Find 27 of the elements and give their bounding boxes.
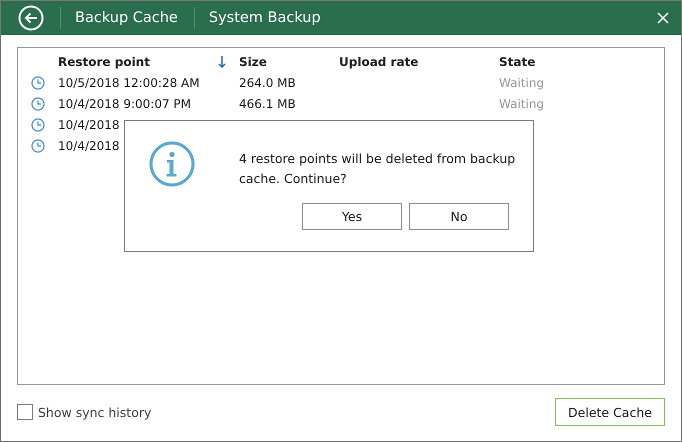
back-icon[interactable] (18, 5, 44, 31)
close-icon[interactable] (657, 12, 669, 24)
clock-icon (31, 138, 45, 152)
dialog-button[interactable]: Yes (302, 203, 402, 230)
table-cell: 466.1 MB (239, 96, 296, 110)
clock-icon (31, 76, 45, 90)
title-tab[interactable]: Backup Cache (75, 10, 178, 26)
column-header[interactable]: Restore point (58, 54, 218, 68)
table-cell: 10/4/2018 9:00:07 PM (58, 96, 192, 110)
table-cell: Waiting (499, 96, 544, 110)
column-header[interactable]: State (499, 54, 599, 68)
dialog-message: 4 restore points will be deleted from backup cache. Continue? (239, 150, 516, 188)
column-header[interactable]: Size (239, 54, 339, 68)
clock-icon (31, 96, 45, 110)
title-tab[interactable]: System Backup (208, 10, 321, 26)
table-cell: 10/5/2018 12:00:28 AM (58, 76, 200, 90)
table-cell: 10/4/2018 (58, 118, 120, 132)
info-icon (149, 141, 195, 187)
column-header[interactable]: Upload rate (339, 54, 499, 68)
checkbox[interactable] (17, 404, 33, 420)
delete-cache-button[interactable]: Delete Cache (555, 398, 665, 426)
table-cell: 10/4/2018 (58, 138, 120, 152)
dialog-button[interactable]: No (409, 203, 509, 230)
table-cell: 264.0 MB (239, 76, 296, 90)
clock-icon (31, 118, 45, 132)
table-cell: Waiting (499, 76, 544, 90)
checkbox-label[interactable]: Show sync history (38, 404, 152, 420)
